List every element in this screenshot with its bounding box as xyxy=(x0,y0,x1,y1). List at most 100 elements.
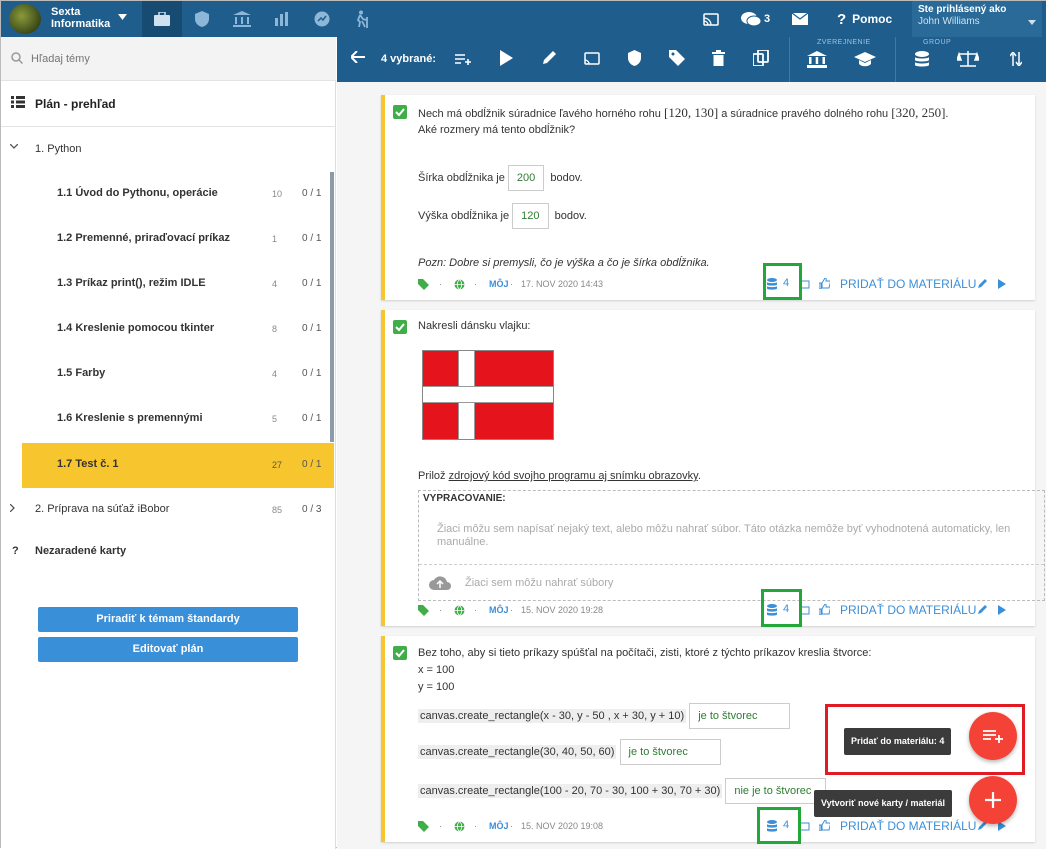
messages-button[interactable]: 3 xyxy=(741,1,770,37)
card-date: 17. NOV 2020 14:43 xyxy=(521,279,604,289)
pencil-icon[interactable] xyxy=(541,50,557,66)
playlist-add-icon[interactable] xyxy=(455,53,471,65)
globe-icon[interactable] xyxy=(454,279,465,290)
tag-icon[interactable] xyxy=(669,50,685,66)
chevron-right-icon xyxy=(10,504,15,512)
question-part: Nech má obdĺžnik súradnice ľavého hornéh… xyxy=(418,108,661,120)
square-answer[interactable]: je to štvorec xyxy=(619,739,721,765)
dot-separator: · xyxy=(474,605,477,615)
item-bar xyxy=(330,443,334,488)
plan-overview[interactable]: Plán - prehľad xyxy=(1,81,336,127)
width-row: Šírka obdĺžnika je 200 bodov. xyxy=(418,165,583,191)
sort-icon[interactable] xyxy=(1010,52,1022,66)
sidebar-item-1-4[interactable]: 1.4 Kreslenie pomocou tkinter 8 0 / 1 xyxy=(22,307,334,352)
bank-icon[interactable] xyxy=(222,1,262,37)
user-menu[interactable]: Ste prihlásený ako John Williams xyxy=(912,1,1042,37)
search-input[interactable] xyxy=(31,47,321,71)
plus-icon xyxy=(985,792,1001,808)
width-unit: bodov. xyxy=(550,171,583,184)
help-button[interactable]: ? Pomoc xyxy=(837,1,892,37)
question-text: Bez toho, aby si tieto príkazy spúšťal n… xyxy=(418,647,872,659)
balance-scale-icon[interactable] xyxy=(957,51,979,68)
card-author[interactable]: MÔJ xyxy=(489,605,509,615)
attach-suffix: . xyxy=(697,470,701,482)
sidebar-item-1-7[interactable]: 1.7 Test č. 1 27 0 / 1 xyxy=(22,443,334,488)
user-label: Ste prihlásený ako xyxy=(918,4,1007,15)
briefcase-icon[interactable] xyxy=(142,1,182,37)
caret-down-icon[interactable] xyxy=(118,14,127,20)
height-row: Výška obdĺžnika je 120 bodov. xyxy=(418,203,587,229)
cast-icon[interactable] xyxy=(703,1,719,37)
add-to-material-link[interactable]: PRIDAŤ DO MATERIÁLU xyxy=(840,603,976,617)
card-checkbox[interactable] xyxy=(393,646,407,660)
brand-line1: Sexta xyxy=(51,6,81,18)
code-row: canvas.create_rectangle(30, 40, 50, 60) … xyxy=(418,739,721,765)
pencil-icon[interactable] xyxy=(977,279,987,289)
sidebar-item-1-5[interactable]: 1.5 Farby 4 0 / 1 xyxy=(22,352,334,397)
square-answer[interactable]: nie je to štvorec xyxy=(725,778,827,804)
bank-icon[interactable] xyxy=(807,51,827,68)
dot-separator: · xyxy=(474,821,477,831)
add-to-material-link[interactable]: PRIDAŤ DO MATERIÁLU xyxy=(840,277,976,291)
add-to-material-fab[interactable] xyxy=(969,712,1017,760)
card-date: 15. NOV 2020 19:28 xyxy=(521,605,604,615)
toolbar-separator xyxy=(895,37,896,82)
square-answer[interactable]: je to štvorec xyxy=(689,703,791,729)
card-checkbox[interactable] xyxy=(393,320,407,334)
mail-icon[interactable] xyxy=(792,1,808,37)
sidebar-item-1-3[interactable]: 1.3 Príkaz print(), režim IDLE 4 0 / 1 xyxy=(22,262,334,307)
card-note: Pozn: Dobre si premysli, čo je výška a č… xyxy=(418,257,710,269)
attach-link[interactable]: zdrojový kód svojho programu aj snímku o… xyxy=(449,470,698,482)
copy-icon[interactable] xyxy=(753,50,769,66)
answer-area[interactable]: VYPRACOVANIE: Žiaci môžu sem napísať nej… xyxy=(418,490,1045,601)
edit-plan-button[interactable]: Editovať plán xyxy=(38,637,298,662)
hiking-icon[interactable] xyxy=(342,1,382,37)
question-part: Aké rozmery má tento obdĺžnik? xyxy=(418,124,576,136)
card-author[interactable]: MÔJ xyxy=(489,279,509,289)
thumbs-up-icon[interactable] xyxy=(819,820,830,831)
tag-icon[interactable] xyxy=(418,821,429,832)
thumbs-up-icon[interactable] xyxy=(819,278,830,289)
sidebar-item-1-2[interactable]: 1.2 Premenné, priraďovací príkaz 1 0 / 1 xyxy=(22,217,334,262)
shield-icon[interactable] xyxy=(182,1,222,37)
width-answer[interactable]: 200 xyxy=(507,165,545,191)
play-icon[interactable] xyxy=(500,50,513,66)
play-icon[interactable] xyxy=(998,279,1006,289)
school-logo[interactable] xyxy=(9,4,41,34)
section-count: 85 xyxy=(272,505,283,515)
dashboard-icon[interactable] xyxy=(302,1,342,37)
card-meta: · · MÔJ · 17. NOV 2020 14:43 4 PRIDAŤ DO… xyxy=(418,276,1030,292)
sidebar-item-1-6[interactable]: 1.6 Kreslenie s premennými 5 0 / 1 xyxy=(22,397,334,442)
card-checkbox[interactable] xyxy=(393,105,407,119)
back-arrow-icon[interactable] xyxy=(351,51,365,63)
add-to-material-link[interactable]: PRIDAŤ DO MATERIÁLU xyxy=(840,819,976,833)
trash-icon[interactable] xyxy=(712,50,725,66)
upload-area[interactable]: Žiaci sem môžu nahrať súbory xyxy=(419,564,1044,601)
user-name: John Williams xyxy=(918,16,980,27)
height-answer[interactable]: 120 xyxy=(512,203,549,229)
item-bar xyxy=(330,172,334,217)
item-count: 10 xyxy=(272,189,283,199)
tag-icon[interactable] xyxy=(418,605,429,616)
thumbs-up-icon[interactable] xyxy=(819,604,830,615)
card-author[interactable]: MÔJ xyxy=(489,821,509,831)
class-selector[interactable]: Sexta Informatika xyxy=(51,6,111,30)
card-meta: · · MÔJ · 15. NOV 2020 19:28 4 PRIDAŤ DO… xyxy=(418,602,1030,618)
shield-icon[interactable] xyxy=(628,50,641,66)
create-card-fab[interactable] xyxy=(969,776,1017,824)
globe-icon[interactable] xyxy=(454,605,465,616)
unassigned-cards[interactable]: ? Nezaradené karty xyxy=(1,533,336,573)
tag-icon[interactable] xyxy=(418,279,429,290)
play-icon[interactable] xyxy=(998,605,1006,615)
cast-icon[interactable] xyxy=(584,52,600,65)
item-label: 1.7 Test č. 1 xyxy=(57,458,119,470)
globe-icon[interactable] xyxy=(454,821,465,832)
pencil-icon[interactable] xyxy=(977,605,987,615)
bar-chart-icon[interactable] xyxy=(262,1,302,37)
section-python[interactable]: 1. Python xyxy=(1,127,336,172)
sidebar-item-1-1[interactable]: 1.1 Úvod do Pythonu, operácie 10 0 / 1 xyxy=(22,172,334,217)
database-icon[interactable] xyxy=(915,51,929,68)
assign-standards-button[interactable]: Priradiť k témam štandardy xyxy=(38,607,298,632)
section-ibobor[interactable]: 2. Príprava na súťaž iBobor 85 0 / 3 xyxy=(1,487,336,532)
graduation-cap-icon[interactable] xyxy=(854,52,876,67)
